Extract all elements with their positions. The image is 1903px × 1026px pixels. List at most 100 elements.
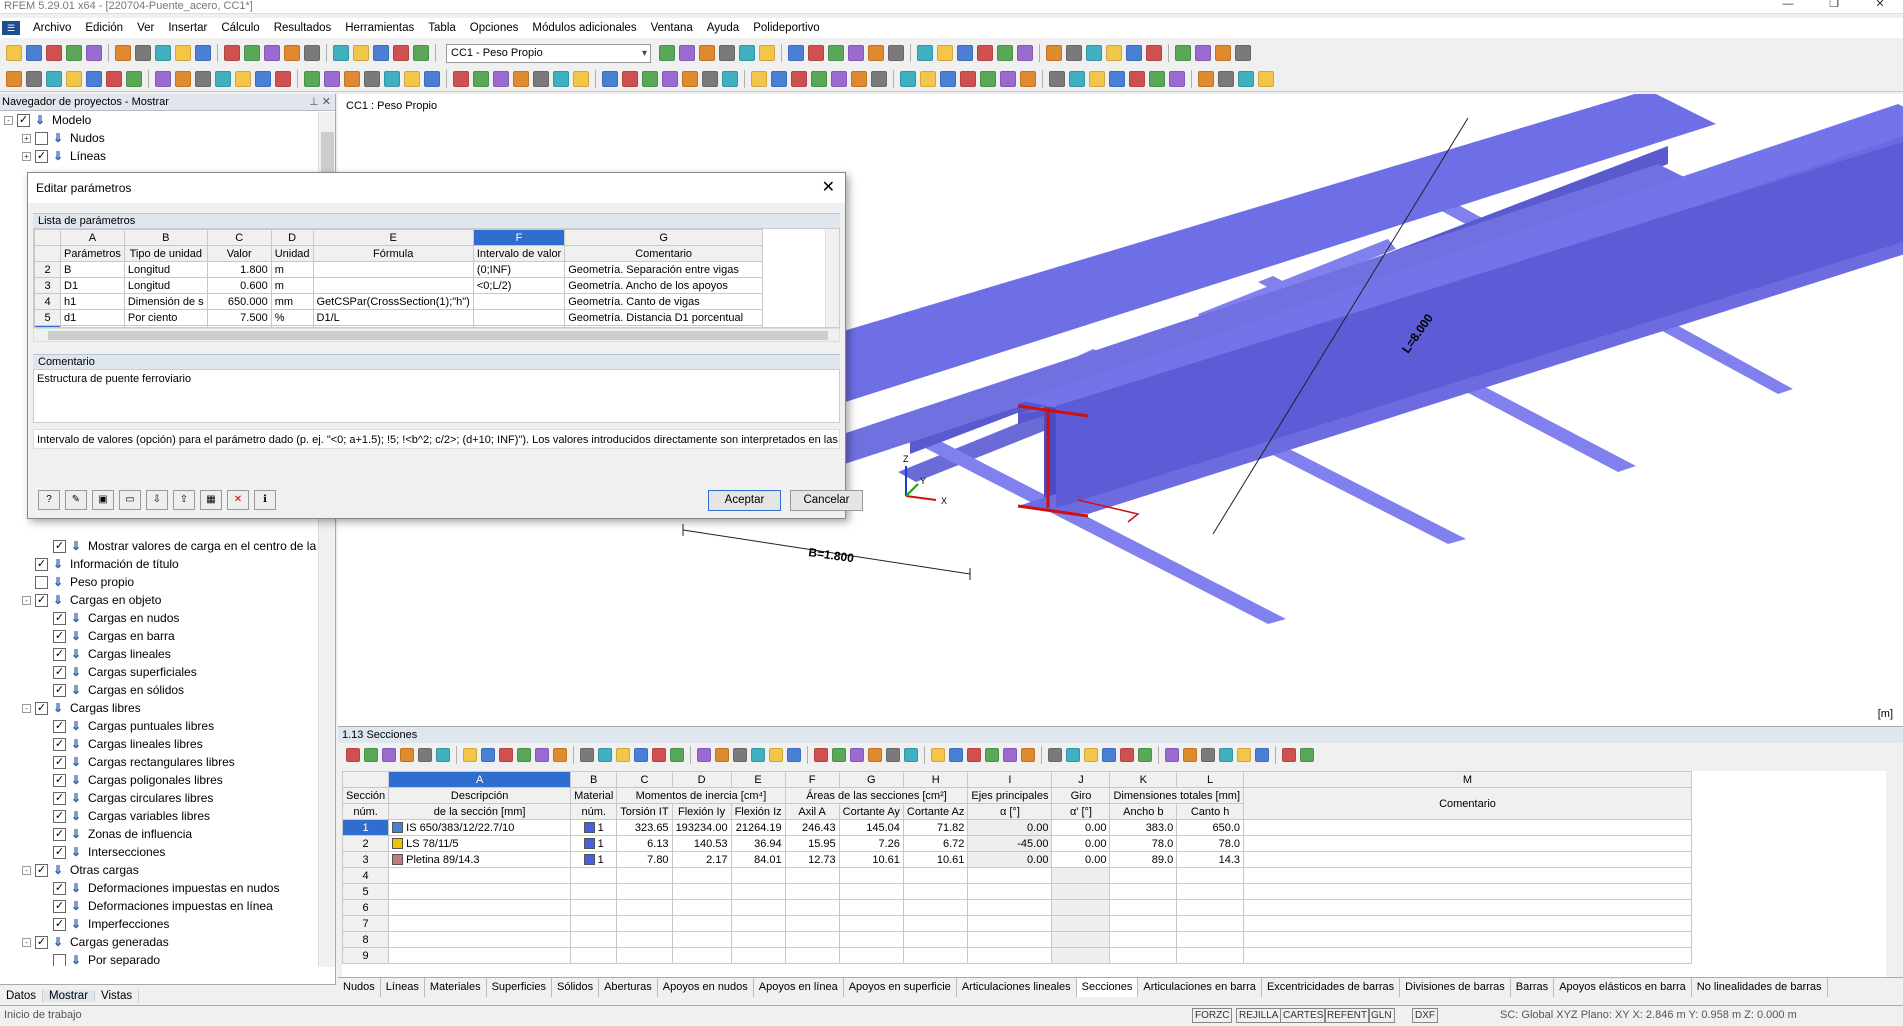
checkbox[interactable] [35, 131, 48, 145]
toolbar-icon[interactable] [1300, 748, 1314, 762]
checkbox[interactable]: ✓ [53, 773, 66, 787]
tree-item[interactable]: ✓ ⇓ Cargas variables libres [40, 807, 210, 825]
empty-cell[interactable] [1243, 867, 1692, 884]
tree-item[interactable]: ✓ ⇓ Imperfecciones [40, 915, 169, 933]
toolbar-icon[interactable] [513, 70, 529, 87]
toolbar-icon[interactable] [739, 45, 755, 61]
toolbar-icon[interactable] [453, 70, 469, 87]
empty-cell[interactable] [784, 867, 840, 884]
table-row[interactable]: 5 [342, 883, 1692, 900]
empty-cell[interactable] [570, 899, 618, 916]
toolbar-icon[interactable] [6, 45, 22, 61]
toolbar-icon[interactable] [6, 70, 22, 87]
empty-cell[interactable] [1109, 867, 1178, 884]
tree-item[interactable]: ✓ ⇓ Cargas en barra [40, 627, 175, 645]
tree-item[interactable]: + ✓ ⇓ Líneas [22, 147, 106, 165]
value-cell[interactable]: 12.73 [784, 851, 840, 868]
tab-materiales[interactable]: Materiales [425, 978, 487, 997]
toolbar-icon[interactable] [960, 70, 976, 87]
value-cell[interactable]: 2.17 [671, 851, 732, 868]
empty-cell[interactable] [967, 867, 1053, 884]
pin-icon[interactable]: ⊥ ✕ [309, 94, 331, 111]
tree-item[interactable]: ✓ ⇓ Cargas superficiales [40, 663, 197, 681]
toolbar-icon[interactable] [66, 45, 82, 61]
toolbar-icon[interactable] [715, 748, 729, 762]
toolbar-icon[interactable] [382, 748, 396, 762]
tree-item[interactable]: - ✓ ⇓ Modelo [4, 111, 91, 129]
toolbar-icon[interactable] [851, 70, 867, 87]
material-num[interactable]: 1 [570, 835, 618, 852]
rotation-cell[interactable]: 0.00 [1051, 835, 1111, 852]
menu-item-8[interactable]: Opciones [463, 22, 526, 34]
empty-cell[interactable] [1051, 931, 1111, 948]
param-formula[interactable] [312, 277, 474, 294]
checkbox[interactable]: ✓ [53, 827, 66, 841]
toolbar-icon[interactable] [828, 45, 844, 61]
toolbar-icon[interactable] [1183, 748, 1197, 762]
tree-item[interactable]: ✓ ⇓ Cargas en sólidos [40, 681, 184, 699]
value-cell[interactable]: 15.95 [784, 835, 840, 852]
tab-articulaciones-en-barra[interactable]: Articulaciones en barra [1138, 978, 1262, 997]
toolbar-icon[interactable] [1017, 45, 1033, 61]
app-icon[interactable]: ☰ [2, 21, 20, 35]
toolbar-icon[interactable] [499, 748, 513, 762]
tab-barras[interactable]: Barras [1511, 978, 1555, 997]
import-button[interactable]: ⇩ [146, 490, 168, 510]
tab-líneas[interactable]: Líneas [381, 978, 425, 997]
param-value[interactable]: 650.000 [206, 293, 272, 310]
menu-item-12[interactable]: Polideportivo [746, 22, 826, 34]
toolbar-icon[interactable] [1066, 45, 1082, 61]
toolbar-icon[interactable] [353, 45, 369, 61]
tab-apoyos-elásticos-en-barra[interactable]: Apoyos elásticos en barra [1554, 978, 1692, 997]
empty-cell[interactable] [616, 931, 673, 948]
toolbar-icon[interactable] [1120, 748, 1134, 762]
toolbar-icon[interactable] [832, 748, 846, 762]
status-toggle-rejilla[interactable]: REJILLA [1236, 1008, 1282, 1023]
menu-item-3[interactable]: Insertar [161, 22, 214, 34]
toolbar-icon[interactable] [1049, 70, 1065, 87]
empty-cell[interactable] [1243, 931, 1692, 948]
minimize-icon[interactable]: — [1765, 0, 1811, 10]
checkbox[interactable]: ✓ [53, 755, 66, 769]
delete-button[interactable]: ✕ [227, 490, 249, 510]
menu-item-5[interactable]: Resultados [267, 22, 339, 34]
tab-superficies[interactable]: Superficies [487, 978, 552, 997]
toolbar-icon[interactable] [1106, 45, 1122, 61]
tree-item[interactable]: - ✓ ⇓ Cargas en objeto [22, 591, 161, 609]
empty-cell[interactable] [838, 947, 904, 964]
param-comment[interactable]: Geometría. Canto de vigas [564, 293, 763, 310]
param-range[interactable]: (0;INF) [472, 261, 566, 278]
toolbar-icon[interactable] [931, 748, 945, 762]
tree-item[interactable]: ✓ ⇓ Cargas puntuales libres [40, 717, 214, 735]
toolbar-icon[interactable] [759, 45, 775, 61]
parameter-vscroll[interactable] [825, 229, 839, 327]
checkbox[interactable]: ✓ [35, 863, 48, 877]
empty-cell[interactable] [784, 915, 840, 932]
table-row[interactable]: 1 IS 650/383/12/22.7/10 1 323.65 193234.00 21… [342, 819, 1692, 836]
tree-item[interactable]: - ✓ ⇓ Otras cargas [22, 861, 139, 879]
param-unit[interactable]: % [270, 309, 314, 326]
checkbox[interactable]: ✓ [53, 719, 66, 733]
row-number[interactable]: 5 [342, 883, 390, 900]
param-comment[interactable]: Geometría. Separación entre vigas [564, 261, 763, 278]
table-row[interactable]: 8 [342, 931, 1692, 948]
tab-no-linealidades-de-barras[interactable]: No linealidades de barras [1692, 978, 1828, 997]
toolbar-icon[interactable] [769, 748, 783, 762]
toolbar-icon[interactable] [733, 748, 747, 762]
toolbar-icon[interactable] [751, 70, 767, 87]
toolbar-icon[interactable] [413, 45, 429, 61]
toolbar-icon[interactable] [900, 70, 916, 87]
expand-icon[interactable]: - [22, 937, 31, 947]
empty-cell[interactable] [1109, 899, 1178, 916]
value-cell[interactable]: 323.65 [616, 819, 673, 836]
menu-item-9[interactable]: Módulos adicionales [525, 22, 643, 34]
toolbar-icon[interactable] [66, 70, 82, 87]
row-number[interactable]: 2 [34, 261, 61, 278]
cancel-button[interactable]: Cancelar [790, 490, 863, 511]
toolbar-icon[interactable] [553, 748, 567, 762]
toolbar-icon[interactable] [1020, 70, 1036, 87]
row-number[interactable]: 8 [342, 931, 390, 948]
empty-cell[interactable] [616, 947, 673, 964]
toolbar-icon[interactable] [235, 70, 251, 87]
toolbar-icon[interactable] [304, 45, 320, 61]
